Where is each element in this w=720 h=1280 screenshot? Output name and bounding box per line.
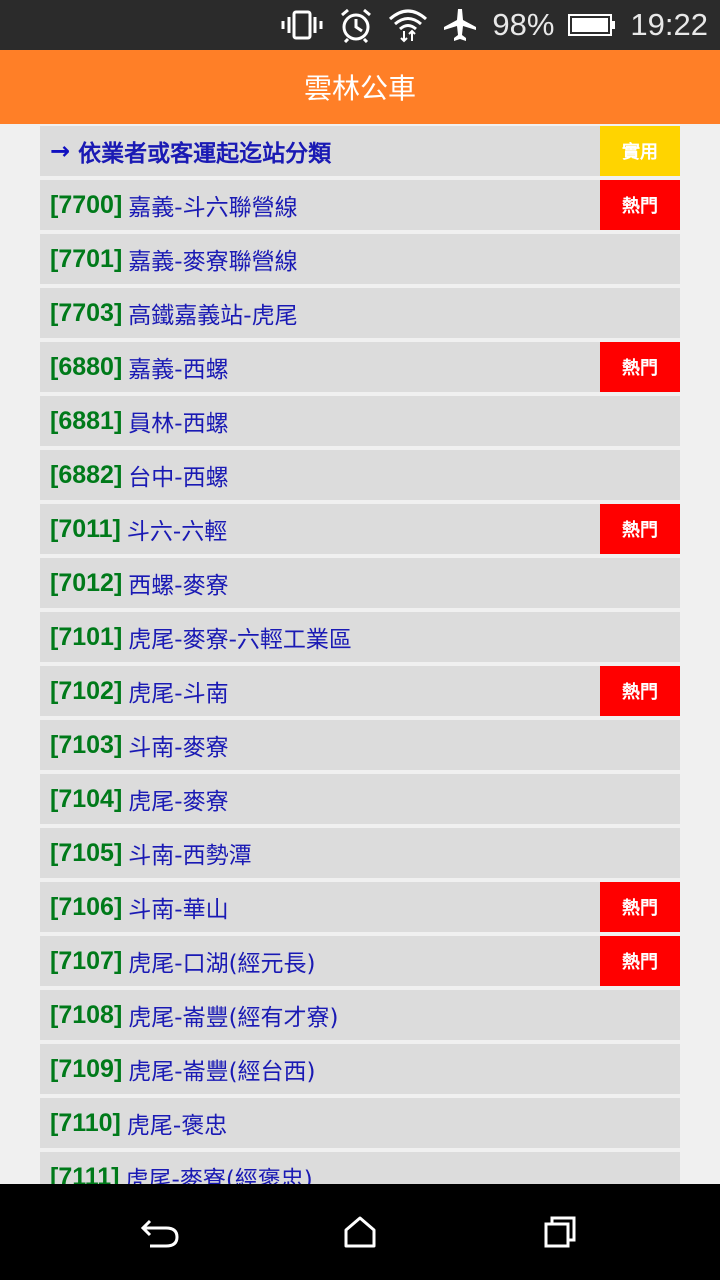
- route-name: 員林-西螺: [128, 411, 229, 437]
- arrow-right-icon: →: [50, 137, 71, 165]
- category-label: 依業者或客運起迄站分類: [78, 141, 332, 167]
- vibrate-icon: [280, 9, 324, 41]
- route-code: [7103]: [50, 730, 123, 759]
- route-code: [7108]: [50, 1000, 123, 1029]
- route-row[interactable]: [7106] 斗南-華山 熱門: [40, 882, 680, 932]
- route-code: [7703]: [50, 298, 123, 327]
- route-code: [7107]: [50, 946, 123, 975]
- alarm-icon: [338, 7, 374, 43]
- route-name: 高鐵嘉義站-虎尾: [128, 303, 298, 329]
- route-code: [7011]: [50, 514, 121, 543]
- route-name: 虎尾-褒忠: [126, 1113, 228, 1139]
- route-row[interactable]: [7703] 高鐵嘉義站-虎尾: [40, 288, 680, 338]
- route-row[interactable]: [7108] 虎尾-崙豐(經有才寮): [40, 990, 680, 1040]
- route-row[interactable]: [7101] 虎尾-麥寮-六輕工業區: [40, 612, 680, 662]
- route-row[interactable]: [7110] 虎尾-褒忠: [40, 1098, 680, 1148]
- route-name: 台中-西螺: [128, 465, 229, 491]
- route-code: [7101]: [50, 622, 123, 651]
- route-name: 虎尾-斗南: [128, 681, 229, 707]
- route-code: [6881]: [50, 406, 123, 435]
- route-row[interactable]: [7701] 嘉義-麥寮聯營線: [40, 234, 680, 284]
- route-code: [7102]: [50, 676, 123, 705]
- route-name: 虎尾-口湖(經元長): [128, 951, 316, 977]
- route-code: [7012]: [50, 568, 123, 597]
- route-name: 虎尾-麥寮-六輕工業區: [128, 627, 352, 653]
- status-bar: 98% 19:22: [0, 0, 720, 50]
- route-row[interactable]: [7011] 斗六-六輕 熱門: [40, 504, 680, 554]
- route-code: [6882]: [50, 460, 123, 489]
- route-code: [7701]: [50, 244, 123, 273]
- route-code: [7110]: [50, 1108, 121, 1137]
- recents-icon[interactable]: [535, 1210, 585, 1254]
- hot-badge: 熱門: [600, 504, 680, 554]
- route-name: 西螺-麥寮: [128, 573, 229, 599]
- hot-badge: 熱門: [600, 342, 680, 392]
- route-row[interactable]: [7107] 虎尾-口湖(經元長) 熱門: [40, 936, 680, 986]
- battery-percent: 98%: [492, 7, 555, 42]
- route-name: 斗南-西勢潭: [128, 843, 252, 869]
- useful-badge: 實用: [600, 126, 680, 176]
- route-name: 嘉義-西螺: [128, 357, 229, 383]
- route-name: 虎尾-崙豐(經台西): [128, 1059, 316, 1085]
- hot-badge: 熱門: [600, 666, 680, 716]
- app-bar: 雲林公車: [0, 50, 720, 124]
- route-code: [7105]: [50, 838, 123, 867]
- route-row[interactable]: [7103] 斗南-麥寮: [40, 720, 680, 770]
- route-name: 斗南-華山: [128, 897, 229, 923]
- route-name: 斗六-六輕: [126, 519, 228, 545]
- wifi-icon: [388, 7, 428, 43]
- airplane-mode-icon: [442, 7, 478, 43]
- route-name: 虎尾-崙豐(經有才寮): [128, 1005, 339, 1031]
- route-row[interactable]: [7104] 虎尾-麥寮: [40, 774, 680, 824]
- route-code: [7104]: [50, 784, 123, 813]
- hot-badge: 熱門: [600, 180, 680, 230]
- clock: 19:22: [630, 7, 708, 42]
- route-row[interactable]: [6881] 員林-西螺: [40, 396, 680, 446]
- route-name: 嘉義-斗六聯營線: [128, 195, 298, 221]
- route-row[interactable]: [7102] 虎尾-斗南 熱門: [40, 666, 680, 716]
- hot-badge: 熱門: [600, 882, 680, 932]
- hot-badge: 熱門: [600, 936, 680, 986]
- route-row[interactable]: [7700] 嘉義-斗六聯營線 熱門: [40, 180, 680, 230]
- route-list: → 依業者或客運起迄站分類 實用 [7700] 嘉義-斗六聯營線 熱門 [7701] 嘉…: [40, 126, 680, 1206]
- status-icons: 98% 19:22: [280, 0, 708, 50]
- route-code: [7109]: [50, 1054, 123, 1083]
- category-row[interactable]: → 依業者或客運起迄站分類 實用: [40, 126, 680, 176]
- route-code: [7700]: [50, 190, 123, 219]
- home-icon[interactable]: [335, 1210, 385, 1254]
- route-code: [7106]: [50, 892, 123, 921]
- route-row[interactable]: [7105] 斗南-西勢潭: [40, 828, 680, 878]
- route-row[interactable]: [7012] 西螺-麥寮: [40, 558, 680, 608]
- battery-icon: [568, 13, 616, 37]
- route-row[interactable]: [7109] 虎尾-崙豐(經台西): [40, 1044, 680, 1094]
- back-icon[interactable]: [135, 1210, 185, 1254]
- route-row[interactable]: [6882] 台中-西螺: [40, 450, 680, 500]
- navigation-bar: [0, 1184, 720, 1280]
- app-title: 雲林公車: [303, 72, 416, 105]
- route-name: 虎尾-麥寮: [128, 789, 229, 815]
- route-name: 嘉義-麥寮聯營線: [128, 249, 298, 275]
- route-name: 斗南-麥寮: [128, 735, 229, 761]
- route-code: [6880]: [50, 352, 123, 381]
- route-row[interactable]: [6880] 嘉義-西螺 熱門: [40, 342, 680, 392]
